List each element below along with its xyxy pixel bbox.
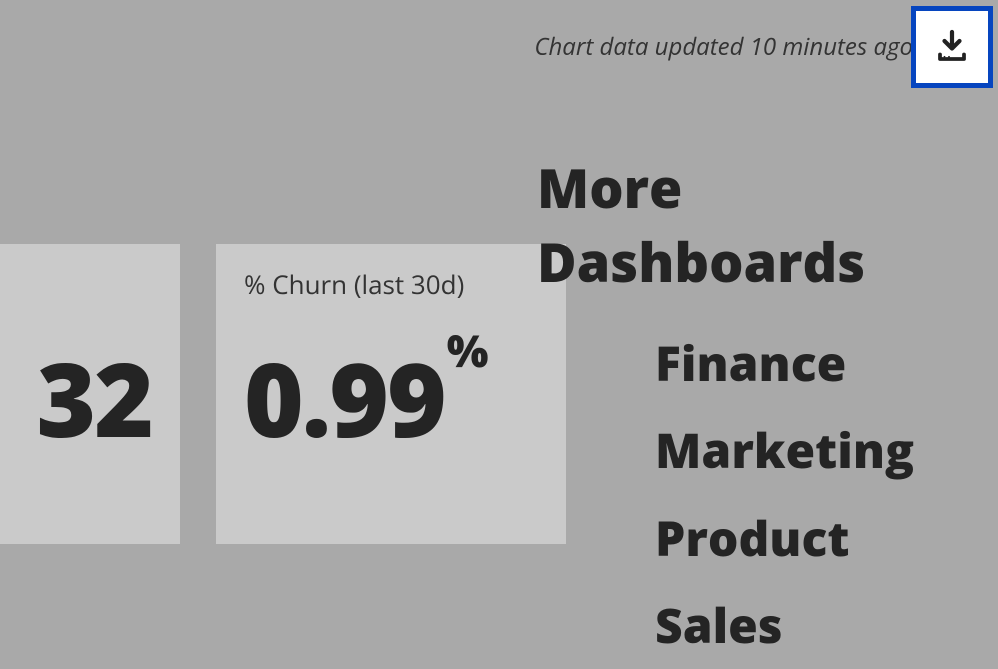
- metric-card-1-value: 32: [0, 347, 152, 449]
- chart-update-status: Chart data updated 10 minutes ago: [534, 30, 913, 63]
- dashboard-link-marketing[interactable]: Marketing: [655, 407, 998, 494]
- metric-card-churn-number: 0.99: [244, 328, 445, 467]
- metric-card-1-label: er: [0, 266, 152, 302]
- metric-card-churn-value: 0.99%: [244, 347, 538, 449]
- download-icon: [934, 29, 970, 65]
- dashboard-list: Finance Marketing Product Sales: [537, 320, 998, 669]
- dashboard-link-finance[interactable]: Finance: [655, 320, 998, 407]
- metric-card-churn-unit: %: [447, 320, 487, 380]
- download-button[interactable]: [911, 6, 993, 88]
- dashboard-link-sales[interactable]: Sales: [655, 582, 998, 669]
- metric-card-churn: % Churn (last 30d) 0.99%: [216, 244, 566, 544]
- metric-card-1: er 32: [0, 244, 180, 544]
- dashboard-link-product[interactable]: Product: [655, 495, 998, 582]
- metric-card-churn-label: % Churn (last 30d): [244, 266, 538, 302]
- more-dashboards-title: More Dashboards: [537, 150, 998, 298]
- more-dashboards-section: More Dashboards Finance Marketing Produc…: [537, 150, 998, 669]
